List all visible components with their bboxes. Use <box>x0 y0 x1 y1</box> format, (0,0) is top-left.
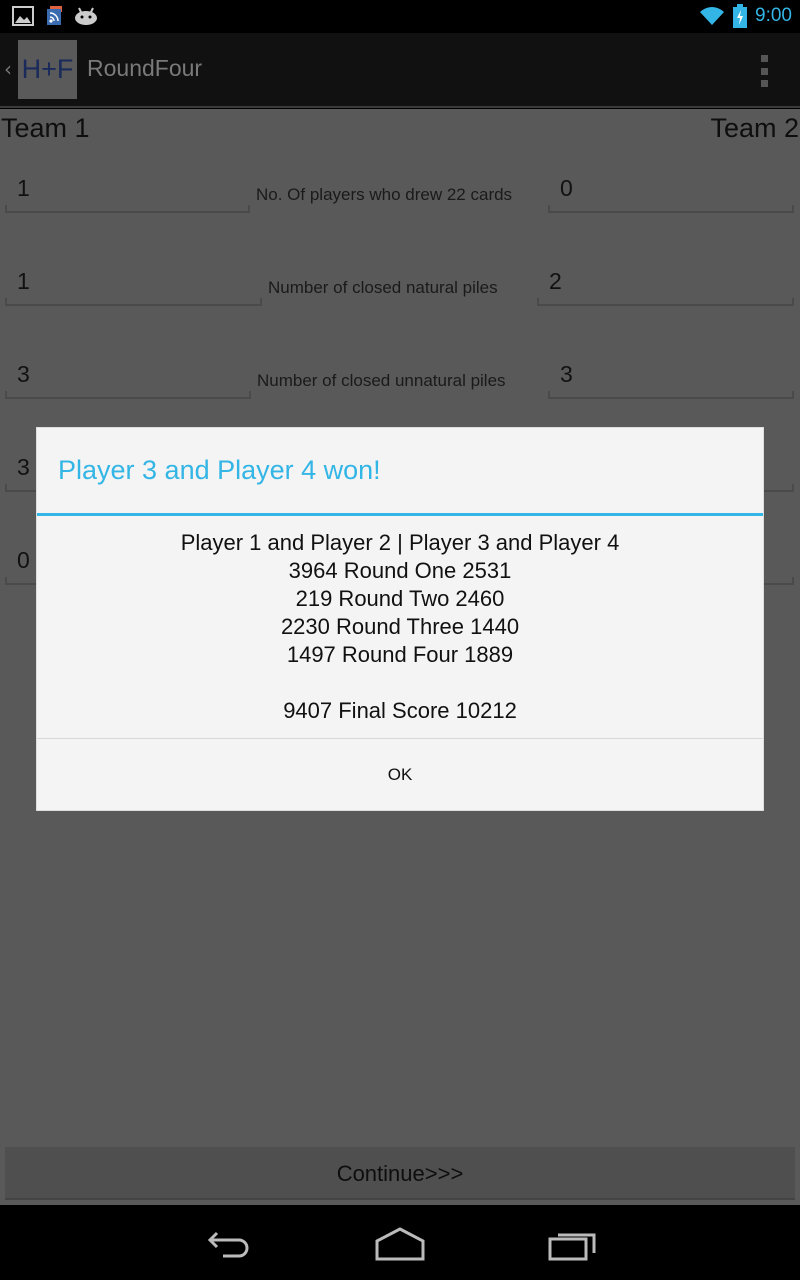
field-value: 0 <box>560 175 573 201</box>
field-value: 1 <box>17 268 30 294</box>
round-score-line: 1497 Round Four 1889 <box>286 642 514 667</box>
field-value: 1 <box>17 175 30 201</box>
team2-natural-piles-input[interactable]: 2 <box>537 266 794 306</box>
app-logo[interactable]: H+F <box>18 40 77 99</box>
results-dialog: Player 3 and Player 4 won! Player 1 and … <box>36 427 764 811</box>
team1-label: Team 1 <box>1 113 90 143</box>
navigation-bar <box>0 1205 800 1280</box>
final-score-line: 9407 Final Score 10212 <box>283 698 517 723</box>
score-header: Player 1 and Player 2 | Player 3 and Pla… <box>180 530 620 555</box>
unnatural-piles-label: Number of closed unnatural piles <box>257 371 506 390</box>
action-bar: ‹ H+F RoundFour <box>0 33 800 108</box>
status-bar: 9:00 <box>0 0 800 33</box>
team2-label: Team 2 <box>710 113 799 143</box>
field-value: 3 <box>17 361 30 387</box>
team2-unnatural-piles-input[interactable]: 3 <box>548 359 794 399</box>
round-score-line: 219 Round Two 2460 <box>295 586 505 611</box>
dialog-message: Player 1 and Player 2 | Player 3 and Pla… <box>37 529 763 725</box>
round-score-line: 3964 Round One 2531 <box>288 558 512 583</box>
android-icon <box>75 7 97 25</box>
continue-button[interactable]: Continue>>> <box>5 1147 795 1200</box>
ok-button[interactable]: OK <box>37 739 763 811</box>
battery-charging-icon <box>733 4 748 28</box>
team1-natural-piles-input[interactable]: 1 <box>5 266 262 306</box>
wifi-icon <box>700 7 725 25</box>
field-value: 2 <box>549 268 562 294</box>
dialog-title: Player 3 and Player 4 won! <box>58 455 381 485</box>
gallery-icon <box>12 6 34 26</box>
up-caret-icon[interactable]: ‹ <box>4 57 12 81</box>
rss-icon <box>47 6 62 25</box>
overflow-menu-icon[interactable] <box>758 55 770 87</box>
recent-apps-icon[interactable] <box>548 1227 598 1261</box>
field-value: 0 <box>17 547 30 573</box>
app-title: RoundFour <box>87 55 203 81</box>
team2-drew22-input[interactable]: 0 <box>548 173 794 213</box>
drew22-label: No. Of players who drew 22 cards <box>256 185 513 204</box>
round-score-line: 2230 Round Three 1440 <box>280 614 520 639</box>
dialog-title-divider <box>37 513 763 516</box>
field-value: 3 <box>17 454 30 480</box>
back-icon[interactable] <box>205 1227 255 1261</box>
home-icon[interactable] <box>375 1227 425 1261</box>
clock: 9:00 <box>755 5 792 26</box>
team1-unnatural-piles-input[interactable]: 3 <box>5 359 251 399</box>
natural-piles-label: Number of closed natural piles <box>268 278 498 297</box>
field-value: 3 <box>560 361 573 387</box>
team1-drew22-input[interactable]: 1 <box>5 173 250 213</box>
